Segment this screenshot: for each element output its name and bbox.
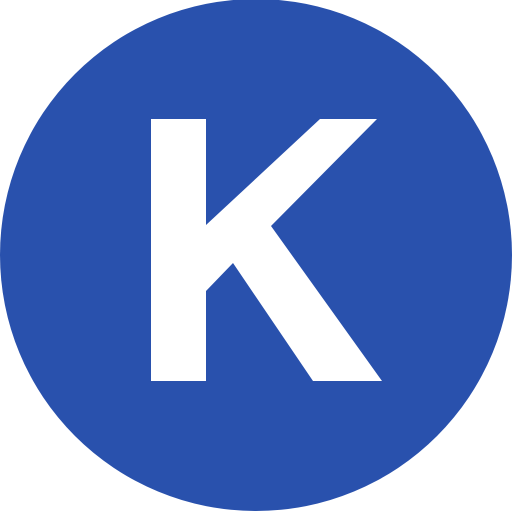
k-logo-icon <box>0 0 512 511</box>
logo-container <box>0 0 512 511</box>
